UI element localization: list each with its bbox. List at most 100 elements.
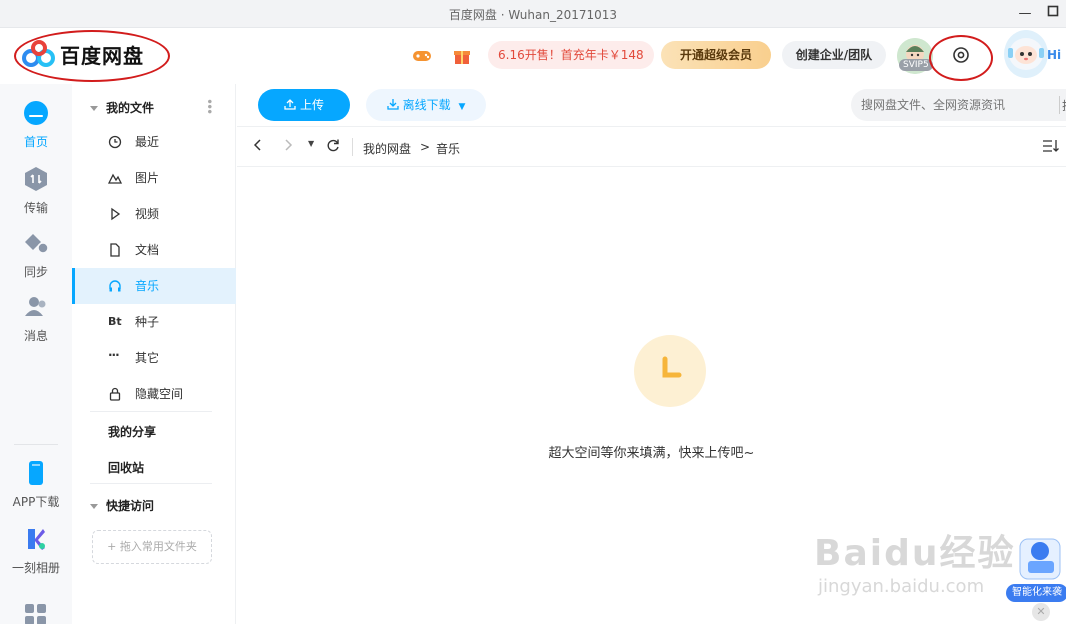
nav-home-label: 首页 <box>23 135 48 149</box>
hi-greeting[interactable]: Hi <box>1047 48 1061 62</box>
sidebar-item-recent[interactable]: 最近 <box>72 124 236 160</box>
sidebar-item-recycle-bin[interactable]: 回收站 <box>108 459 144 476</box>
apps-grid-icon <box>25 604 46 624</box>
path-bar: ▼ 我的网盘 > 音乐 <box>237 134 1066 162</box>
drop-folder-zone[interactable]: + 拖入常用文件夹 <box>92 530 212 564</box>
empty-state-message: 超大空间等你来填满，快来上传吧~ <box>548 446 755 461</box>
sidebar-item-music[interactable]: 音乐 <box>72 268 236 304</box>
file-sidebar: 我的文件 ••• 最近 图片 视频 文档 音乐 Bt 种子 ··· 其它 隐藏空… <box>72 84 236 624</box>
sidebar-item-label: 最近 <box>135 135 160 149</box>
open-vip-button[interactable]: 开通超级会员 <box>661 41 771 69</box>
clock-empty-icon <box>662 356 682 378</box>
gift-icon[interactable] <box>451 45 473 67</box>
sidebar-item-label: 音乐 <box>135 279 160 293</box>
nav-app-download[interactable]: APP下载 <box>0 460 72 510</box>
offline-download-button[interactable]: 离线下载 ▼ <box>366 89 486 121</box>
sidebar-item-other[interactable]: ··· 其它 <box>72 340 236 376</box>
assistant-avatar[interactable] <box>1004 30 1048 78</box>
baidu-jingyan-watermark: Baidu经验 <box>814 533 1016 574</box>
dropdown-arrow-icon: ▼ <box>458 102 466 112</box>
nav-sync-label: 同步 <box>23 265 48 279</box>
annotation-circle-settings <box>929 35 993 81</box>
toolbar-divider <box>237 126 1066 127</box>
sidebar-item-label: 隐藏空间 <box>135 387 184 401</box>
search-button[interactable]: 搜 <box>1062 97 1066 114</box>
path-divider <box>352 138 353 156</box>
quick-access-section[interactable]: 快捷访问 <box>90 497 154 514</box>
sync-icon <box>25 234 49 254</box>
document-icon <box>110 243 120 257</box>
my-files-section[interactable]: 我的文件 <box>90 99 154 116</box>
back-icon[interactable] <box>253 138 263 156</box>
svip-badge: SVIP5 <box>899 59 933 71</box>
nav-album[interactable]: 一刻相册 <box>0 526 72 576</box>
nav-divider <box>14 444 58 445</box>
nav-message[interactable]: 消息 <box>0 294 72 344</box>
sidebar-item-label: 文档 <box>135 243 160 257</box>
forward-icon[interactable] <box>283 138 293 156</box>
offline-download-label: 离线下载 <box>402 98 451 112</box>
nav-transfer[interactable]: 传输 <box>0 166 72 216</box>
path-divider-line <box>237 166 1066 167</box>
nav-sync[interactable]: 同步 <box>0 230 72 280</box>
lock-icon <box>109 387 121 401</box>
message-icon <box>25 297 46 316</box>
headphones-icon <box>109 280 121 292</box>
minimize-button[interactable]: — <box>1015 4 1035 24</box>
transfer-icon <box>25 167 47 191</box>
sidebar-item-documents[interactable]: 文档 <box>72 232 236 268</box>
sidebar-item-images[interactable]: 图片 <box>72 160 236 196</box>
sidebar-item-label: 图片 <box>135 171 160 185</box>
more-options-icon[interactable]: ••• <box>202 98 216 113</box>
left-nav: 首页 传输 同步 消息 APP下载 一刻相册 <box>0 84 72 624</box>
search-divider <box>1059 96 1060 114</box>
phone-icon <box>29 461 43 485</box>
title-bar: 百度网盘 · Wuhan_20171013 — <box>0 0 1066 28</box>
sidebar-item-my-share[interactable]: 我的分享 <box>108 423 156 440</box>
maximize-icon <box>1047 5 1059 17</box>
nav-transfer-label: 传输 <box>23 201 48 215</box>
nav-more-apps[interactable] <box>0 602 72 624</box>
collapse-triangle-icon <box>90 504 98 509</box>
search-input[interactable] <box>851 89 1066 121</box>
history-dropdown-icon[interactable]: ▼ <box>308 139 314 148</box>
watermark-url: jingyan.baidu.com <box>818 576 985 597</box>
maximize-button[interactable] <box>1043 4 1063 24</box>
close-icon[interactable]: ✕ <box>1032 603 1050 621</box>
quick-access-label: 快捷访问 <box>106 499 155 513</box>
ai-robot-icon <box>1019 538 1061 580</box>
breadcrumb-separator: > <box>420 140 431 154</box>
upload-button[interactable]: 上传 <box>258 89 350 121</box>
breadcrumb-root[interactable]: 我的网盘 <box>363 140 411 157</box>
sidebar-item-hidden-space[interactable]: 隐藏空间 <box>72 376 236 412</box>
nav-home[interactable]: 首页 <box>0 100 72 150</box>
clock-icon <box>108 135 122 149</box>
play-icon <box>111 207 121 221</box>
create-team-button[interactable]: 创建企业/团队 <box>782 41 886 69</box>
sidebar-item-label: 其它 <box>135 351 160 365</box>
ai-assistant-tag[interactable]: 智能化来袭 <box>1006 584 1066 602</box>
sort-icon[interactable] <box>1042 139 1060 157</box>
collapse-triangle-icon <box>90 106 98 111</box>
nav-app-download-label: APP下载 <box>12 495 60 509</box>
sidebar-item-videos[interactable]: 视频 <box>72 196 236 232</box>
sidebar-item-torrents[interactable]: Bt 种子 <box>72 304 236 340</box>
sidebar-divider <box>90 411 212 412</box>
upload-label: 上传 <box>299 98 324 112</box>
breadcrumb-current: 音乐 <box>436 142 461 156</box>
baidu-netdisk-window: 百度网盘 · Wuhan_20171013 — 百度网盘 6.16开售！首充年卡… <box>0 0 1066 624</box>
empty-state-icon <box>634 335 706 407</box>
ellipsis-icon: ··· <box>108 348 120 362</box>
nav-message-label: 消息 <box>23 329 48 343</box>
refresh-icon[interactable] <box>326 138 340 156</box>
download-icon <box>386 99 399 110</box>
robot-mascot-icon <box>1008 38 1044 70</box>
sidebar-item-label: 种子 <box>135 315 160 329</box>
promo-banner[interactable]: 6.16开售！首充年卡￥148 <box>488 41 654 69</box>
sidebar-item-label: 视频 <box>135 207 160 221</box>
home-cloud-icon <box>24 101 48 125</box>
annotation-circle-logo <box>14 30 170 82</box>
bt-icon: Bt <box>108 315 122 328</box>
image-icon <box>108 173 122 184</box>
game-icon[interactable] <box>411 45 433 67</box>
